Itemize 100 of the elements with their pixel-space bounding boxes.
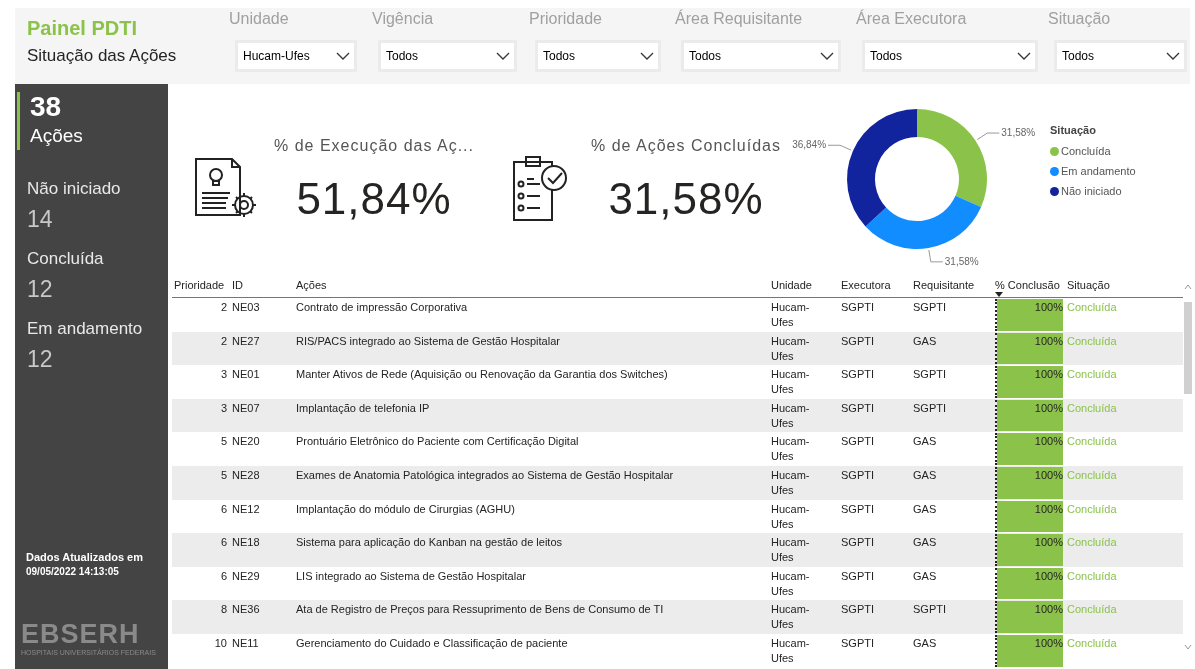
- table-cell: 5: [220, 435, 227, 448]
- percent-text: 100%: [1034, 333, 1063, 349]
- logo-text: EBSERH: [21, 620, 140, 648]
- kpi-value: 51,84%: [296, 174, 452, 224]
- chevron-down-icon: [496, 52, 510, 60]
- status-label: Em andamento: [27, 318, 143, 340]
- percent-text: 100%: [1034, 568, 1063, 584]
- table-cell: NE20: [232, 435, 260, 448]
- column-header[interactable]: Situação: [1067, 279, 1110, 291]
- table-cell: SGPTI: [913, 301, 946, 313]
- filter-dropdown[interactable]: Todos: [862, 40, 1038, 72]
- table-cell: GAS: [913, 536, 937, 549]
- filter-label: Unidade: [229, 9, 289, 29]
- updated-label: Dados Atualizados em: [26, 550, 143, 564]
- percent-text: 100%: [1034, 400, 1063, 416]
- table-cell: SGPTI: [841, 502, 874, 515]
- status-text: Concluída: [1067, 401, 1117, 414]
- leader-line: [827, 144, 852, 151]
- table-cell: NE03: [232, 301, 260, 313]
- table-cell: GAS: [913, 636, 937, 649]
- table-cell: Implantação de telefonia IP: [296, 401, 430, 414]
- column-header[interactable]: Unidade: [771, 279, 812, 291]
- status-count: 12: [27, 345, 53, 374]
- scrollbar-thumb[interactable]: [1184, 302, 1192, 394]
- table-cell: Implantação do módulo de Cirurgias (AGHU): [296, 502, 515, 515]
- table-cell: GAS: [913, 569, 937, 582]
- table-cell: SGPTI: [841, 569, 874, 582]
- column-header[interactable]: Executora: [841, 279, 891, 291]
- status-text: Concluída: [1067, 636, 1117, 649]
- total-count: 38: [30, 92, 62, 122]
- table-cell: GAS: [913, 502, 937, 515]
- table-cell: NE27: [232, 334, 260, 347]
- table-cell-text: Hucam-Ufes: [771, 300, 811, 330]
- table-cell-text: Hucam-Ufes: [771, 602, 811, 633]
- chevron-down-icon: [1017, 52, 1031, 60]
- kpi-title: % de Execução das Aç...: [274, 136, 474, 156]
- filter-dropdown[interactable]: Todos: [378, 40, 517, 72]
- filter-label: Área Requisitante: [675, 9, 803, 29]
- table-cell: Manter Ativos de Rede (Aquisição ou Renovação da Garantia dos Switches): [296, 368, 668, 381]
- table-cell: RIS/PACS integrado ao Sistema de Gestão Hospitalar: [296, 334, 560, 347]
- table-cell: NE07: [232, 401, 260, 414]
- filter-dropdown[interactable]: Hucam-Ufes: [235, 40, 357, 72]
- column-header[interactable]: ID: [232, 279, 243, 291]
- table-cell: NE18: [232, 536, 260, 549]
- filter-label: Prioridade: [529, 9, 602, 29]
- total-label: Ações: [30, 124, 83, 148]
- table-cell: Ata de Registro de Preços para Ressuprimento de Bens de Consumo de TI: [296, 603, 664, 616]
- table-cell: Exames de Anatomia Patológica integrados ao Sistema de Gestão Hospitalar: [296, 468, 674, 481]
- leader-line: [928, 249, 944, 263]
- table-cell-text: Hucam-Ufes: [771, 635, 811, 666]
- table-cell-text: Hucam-Ufes: [771, 434, 811, 465]
- table-cell: Prontuário Eletrônico do Paciente com Certificação Digital: [296, 435, 579, 448]
- table-cell-text: Hucam-Ufes: [771, 400, 811, 431]
- table-cell: NE01: [232, 368, 260, 381]
- data-label: 31,58%: [1001, 127, 1036, 140]
- table-cell: 8: [220, 603, 227, 616]
- table-cell: 5: [220, 468, 227, 481]
- column-header[interactable]: Requisitante: [913, 279, 975, 291]
- table-cell: SGPTI: [841, 334, 874, 347]
- dashboard-subtitle: Situação das Ações: [27, 45, 177, 67]
- table-cell: 6: [220, 536, 227, 549]
- status-text: Concluída: [1067, 502, 1117, 515]
- column-header[interactable]: Prioridade: [174, 279, 225, 291]
- filter-dropdown[interactable]: Todos: [681, 40, 841, 72]
- table-cell: 6: [220, 502, 227, 515]
- filter-dropdown[interactable]: Todos: [535, 40, 661, 72]
- percent-text: 100%: [1034, 535, 1063, 551]
- table-cell: Contrato de impressão Corporativa: [296, 301, 468, 313]
- kpi-value: 31,58%: [608, 174, 764, 224]
- filter-label: Situação: [1048, 9, 1111, 29]
- legend-label: Em andamento: [1061, 164, 1136, 178]
- status-text: Concluída: [1067, 435, 1117, 448]
- legend-label: Concluída: [1061, 144, 1111, 158]
- status-text: Concluída: [1067, 536, 1117, 549]
- status-text: Concluída: [1067, 301, 1117, 313]
- table-cell: 2: [220, 301, 227, 313]
- status-count: 12: [27, 275, 53, 304]
- table-cell: NE29: [232, 569, 260, 582]
- table-cell: SGPTI: [841, 636, 874, 649]
- status-text: Concluída: [1067, 569, 1117, 582]
- table-cell: NE12: [232, 502, 260, 515]
- updated-time: 09/05/2022 14:13:05: [26, 565, 119, 579]
- data-label: 36,84%: [792, 139, 827, 152]
- table-cell: NE36: [232, 603, 260, 616]
- table-cell-text: Hucam-Ufes: [771, 568, 811, 599]
- scroll-up-icon[interactable]: [1184, 284, 1192, 290]
- chevron-down-icon: [640, 52, 654, 60]
- percent-text: 100%: [1034, 467, 1063, 483]
- status-text: Concluída: [1067, 468, 1117, 481]
- status-text: Concluída: [1067, 368, 1117, 381]
- table-cell: SGPTI: [841, 468, 874, 481]
- filter-dropdown[interactable]: Todos: [1054, 40, 1187, 72]
- scroll-down-icon[interactable]: [1184, 644, 1192, 650]
- table-cell: SGPTI: [841, 536, 874, 549]
- status-text: Concluída: [1067, 603, 1117, 616]
- table-cell: NE11: [232, 636, 259, 649]
- column-header[interactable]: Ações: [296, 279, 327, 291]
- table-cell: GAS: [913, 334, 937, 347]
- column-header[interactable]: % Conclusão: [995, 279, 1060, 291]
- table-cell: SGPTI: [913, 368, 946, 381]
